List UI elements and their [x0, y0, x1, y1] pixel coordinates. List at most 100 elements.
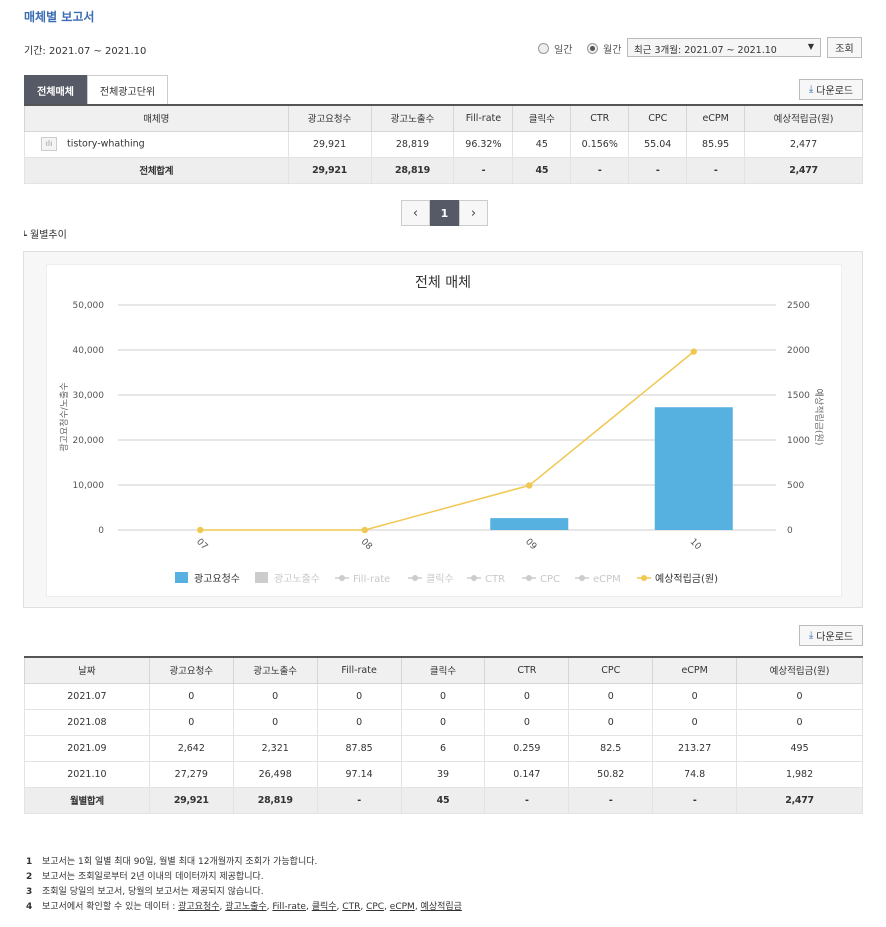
table-cell: 97.14: [316, 760, 402, 788]
x-tick-label: 08: [359, 537, 374, 552]
y2-tick-label: 1500: [787, 391, 810, 401]
y-tick-label: 30,000: [73, 391, 105, 401]
download-button-bottom[interactable]: ⤓ 다운로드: [799, 625, 863, 646]
note-text: 보고서는 조회일로부터 2년 이내의 데이터까지 제공합니다.: [42, 870, 264, 885]
note-link[interactable]: 광고요청수: [178, 902, 219, 912]
legend-label: 클릭수: [426, 573, 454, 585]
note-item: 3 조회일 당일의 보고서, 당월의 보고서는 제공되지 않습니다.: [26, 885, 462, 900]
monthly-col-header: eCPM: [652, 656, 738, 684]
legend-label: CPC: [540, 574, 560, 585]
total-cell: 28,819: [232, 786, 318, 814]
x-tick-label: 09: [523, 537, 538, 552]
legend-swatch-dot: [339, 575, 345, 581]
table-cell: 0: [232, 682, 318, 710]
note-link[interactable]: 광고노출수: [225, 902, 266, 912]
legend-swatch-dot: [412, 575, 418, 581]
legend-label: 광고노출수: [274, 573, 320, 585]
table-cell: 2021.08: [24, 708, 150, 736]
line-point-08: [361, 526, 368, 534]
table-cell: 0: [568, 708, 654, 736]
note-link[interactable]: Fill-rate: [272, 902, 306, 912]
note-link[interactable]: CPC: [366, 902, 384, 912]
note-number: 2: [26, 872, 33, 882]
monthly-col-header: Fill-rate: [316, 656, 402, 684]
download-icon: ⤓: [808, 630, 814, 641]
note-link[interactable]: CTR: [342, 902, 360, 912]
table-cell: 0: [736, 708, 863, 736]
legend-label: 예상적립금(원): [655, 572, 718, 585]
y-axis-title: 광고요청수/노출수: [58, 382, 70, 451]
line-point-07: [197, 526, 204, 534]
y2-tick-label: 500: [787, 481, 804, 491]
total-cell: 29,921: [148, 786, 234, 814]
total-cell: -: [568, 786, 654, 814]
monthly-col-header: 광고노출수: [232, 656, 318, 684]
note-body: 보고서에서 확인할 수 있는 데이터 :: [42, 902, 179, 912]
y-tick-label: 40,000: [73, 346, 105, 356]
table-cell: 0: [568, 682, 654, 710]
legend-label: Fill-rate: [353, 574, 390, 585]
table-cell: 2021.10: [24, 760, 150, 788]
legend-swatch: [255, 572, 268, 583]
monthly-col-header: 광고요청수: [148, 656, 234, 684]
table-cell: 1,982: [736, 760, 863, 788]
table-cell: 0.259: [484, 734, 570, 762]
table-cell: 87.85: [316, 734, 402, 762]
note-link[interactable]: 예상적립금: [421, 902, 462, 912]
table-cell: 495: [736, 734, 863, 762]
note-number: 1: [26, 857, 33, 867]
legend-label: 광고요청수: [194, 573, 240, 585]
table-cell: 0: [652, 708, 738, 736]
legend-swatch-dot: [579, 575, 585, 581]
note-body: 보고서는 조회일로부터 2년 이내의 데이터까지 제공합니다.: [42, 872, 264, 882]
y-tick-label: 0: [98, 526, 104, 536]
y2-tick-label: 2500: [787, 301, 810, 311]
bar-10: [654, 407, 733, 530]
notes-list: 1 보고서는 1회 일별 최대 90일, 월별 최대 12개월까지 조회가 가능합…: [26, 855, 462, 915]
table-cell: 74.8: [652, 760, 738, 788]
x-tick-label: 07: [194, 537, 209, 552]
table-cell: 0.147: [484, 760, 570, 788]
table-cell: 0: [316, 682, 402, 710]
total-cell: -: [316, 786, 402, 814]
note-link[interactable]: 클릭수: [312, 902, 337, 912]
legend-swatch-dot: [526, 575, 532, 581]
table-cell: 0: [148, 682, 234, 710]
table-cell: 0: [316, 708, 402, 736]
total-cell: 월별합계: [24, 786, 150, 814]
y2-axis-title: 예상적립금(원): [813, 389, 825, 446]
legend-swatch-dot: [641, 575, 647, 581]
legend-swatch-dot: [471, 575, 477, 581]
table-cell: 0: [400, 708, 486, 736]
table-row: 2021.09 2,642 2,321 87.85 6 0.259 82.5 213.27 49…: [24, 734, 863, 762]
note-text: 보고서에서 확인할 수 있는 데이터 : 광고요청수, 광고노출수, Fill-…: [42, 902, 462, 912]
table-cell: 26,498: [232, 760, 318, 788]
note-item: 1 보고서는 1회 일별 최대 90일, 월별 최대 12개월까지 조회가 가능합…: [26, 855, 462, 870]
x-tick-label: 10: [688, 537, 703, 552]
table-cell: 0: [400, 682, 486, 710]
note-number: 4: [26, 902, 33, 912]
note-body: 보고서는 1회 일별 최대 90일, 월별 최대 12개월까지 조회가 가능합니…: [42, 857, 318, 867]
monthly-col-header: 예상적립금(원): [736, 656, 863, 684]
monthly-col-header: 날짜: [24, 656, 150, 684]
total-cell: 45: [400, 786, 486, 814]
total-row: 월별합계 29,921 28,819-45- - -2,477: [24, 786, 863, 814]
line-point-10: [690, 348, 697, 355]
y2-tick-label: 2000: [787, 346, 810, 356]
monthly-col-header: CPC: [568, 656, 654, 684]
line-point-09: [526, 482, 533, 489]
table-row: 2021.08 0 0 0 0 0 0 0 0: [24, 708, 863, 736]
legend-swatch: [175, 572, 188, 583]
table-cell: 39: [400, 760, 486, 788]
note-body: 조회일 당일의 보고서, 당월의 보고서는 제공되지 않습니다.: [42, 887, 264, 897]
note-text: 조회일 당일의 보고서, 당월의 보고서는 제공되지 않습니다.: [42, 885, 264, 900]
table-cell: 0: [148, 708, 234, 736]
monthly-col-header: 클릭수: [400, 656, 486, 684]
series-line: [200, 351, 695, 531]
table-cell: 0: [736, 682, 863, 710]
y2-tick-label: 0: [787, 526, 793, 536]
total-cell: -: [484, 786, 570, 814]
table-cell: 0: [232, 708, 318, 736]
note-link[interactable]: eCPM: [390, 902, 415, 912]
legend-label: CTR: [485, 574, 505, 585]
